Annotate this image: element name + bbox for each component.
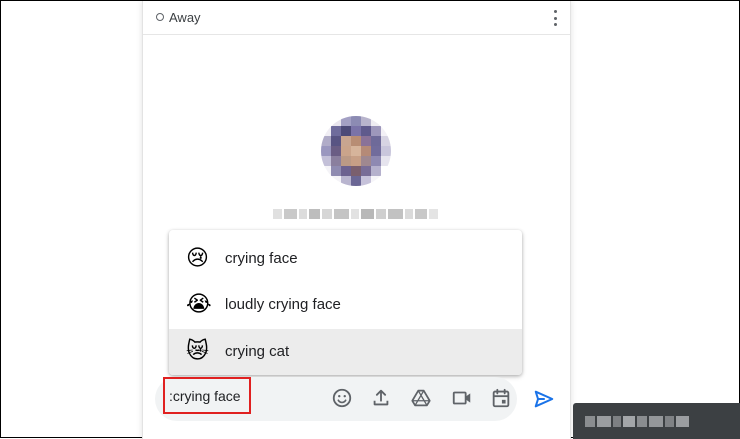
emoji-suggestion-item[interactable]: 😢 crying face (169, 236, 522, 282)
more-vert-icon[interactable] (552, 10, 558, 26)
emoji-suggestion-label: crying face (225, 250, 298, 267)
send-icon[interactable] (533, 388, 555, 410)
emoji-icon[interactable] (331, 387, 353, 409)
blurred-contact-name (273, 206, 439, 222)
upload-icon[interactable] (370, 387, 392, 409)
crying-face-emoji-icon: 😢 (186, 246, 209, 271)
emoji-suggestions-list: 😢 crying face 😭 loudly crying face 😿 cry… (169, 230, 522, 375)
crying-cat-emoji-icon: 😿 (186, 339, 209, 364)
loudly-crying-face-emoji-icon: 😭 (186, 292, 212, 317)
notification-toast (573, 403, 740, 439)
avatar (321, 116, 391, 186)
blurred-toast-text (585, 416, 689, 427)
chat-header: Away (143, 1, 570, 35)
video-icon[interactable] (451, 387, 473, 409)
status-label: Away (169, 10, 201, 25)
away-status-icon (156, 13, 164, 21)
message-input[interactable] (163, 377, 251, 414)
emoji-suggestion-item[interactable]: 😭 loudly crying face (169, 282, 522, 328)
drive-icon[interactable] (410, 387, 432, 409)
emoji-suggestion-label: crying cat (225, 343, 290, 360)
calendar-icon[interactable] (490, 387, 512, 409)
emoji-suggestion-item-selected[interactable]: 😿 crying cat (169, 329, 522, 375)
emoji-suggestion-label: loudly crying face (225, 296, 341, 313)
